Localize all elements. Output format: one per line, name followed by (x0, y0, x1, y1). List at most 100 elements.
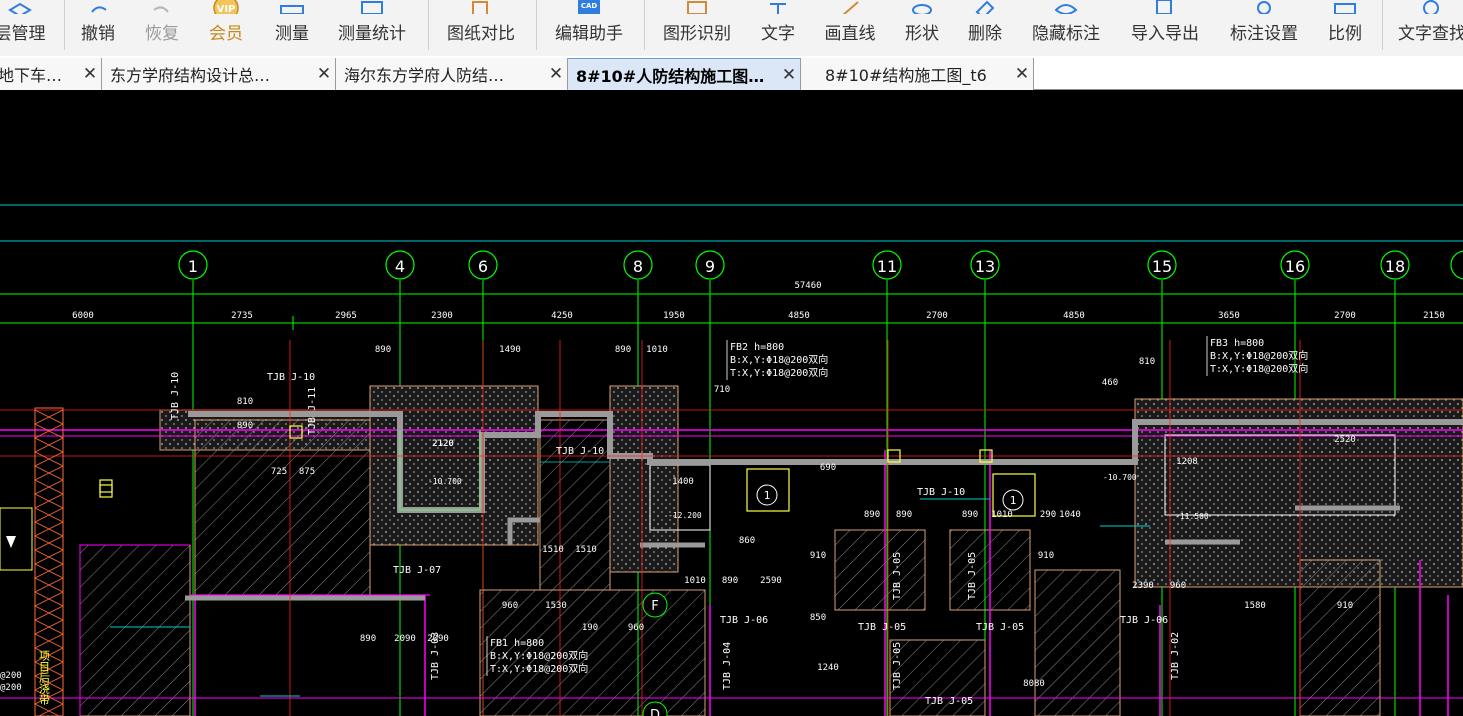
cad-text: 16 (1285, 257, 1305, 276)
cad-text: -10.700 (1103, 473, 1137, 482)
close-tab-icon[interactable]: ✕ (778, 65, 800, 85)
cad-text: B:X,Y:Φ18@200双向 (730, 353, 828, 366)
cad-text: FB1 h=800 (490, 638, 544, 649)
cad-text: 1010 (646, 345, 668, 355)
cad-text: B:X,Y:Φ18@200双向 (1210, 349, 1308, 362)
cad-text: TJB J-10 (917, 487, 965, 498)
cad-text: @200 (0, 683, 22, 693)
document-tab-active[interactable]: 8#10#人防结构施工图… ✕ (568, 58, 801, 90)
document-tab[interactable]: 东方学府结构设计总… ✕ (102, 58, 336, 90)
cad-text: 1 (188, 257, 198, 276)
cad-text: TJB J-05 (976, 622, 1024, 633)
cad-text: TJB J-05 (892, 552, 903, 600)
cad-text: 1010 (991, 510, 1013, 520)
cad-text: 4 (395, 257, 405, 276)
tab-label: 8#10#结构施工图_t6 (825, 66, 987, 85)
cad-text: 8 (633, 257, 643, 276)
cad-text: 1950 (663, 311, 685, 321)
toolbar-separator (644, 0, 645, 50)
cad-text: TJB J-05 (967, 552, 978, 600)
toolbar-label: 测量 (275, 24, 309, 44)
cad-text: TJB J-11 (307, 387, 318, 435)
ruler-icon (280, 5, 304, 14)
toolbar-button-eraser[interactable]: 删除 (940, 0, 1030, 56)
cad-text: 890 (375, 345, 391, 355)
toolbar-separator (428, 0, 429, 50)
cad-text: TJB J-10 (267, 372, 315, 383)
cad-text: 910 (1038, 551, 1054, 561)
hatched-zone (79, 544, 191, 716)
text-icon (770, 3, 786, 14)
cad-text: 8080 (1023, 679, 1045, 689)
cad-text: 1490 (499, 345, 521, 355)
toolbar-button-scale[interactable]: 比例 (1300, 0, 1390, 56)
tab-label: 8#10#人防结构施工图… (576, 66, 765, 86)
hatched-zone (1034, 569, 1121, 716)
close-tab-icon[interactable]: ✕ (313, 64, 335, 84)
toolbar-button-measure-stats[interactable]: 测量统计 (327, 0, 417, 56)
toolbar-label: 删除 (968, 24, 1002, 44)
cad-text: 1010 (684, 576, 706, 586)
layers-icon (8, 2, 32, 14)
cad-text: T:X,Y:Φ18@200双向 (490, 662, 588, 675)
document-tab[interactable]: 海尔东方学府人防结… ✕ (336, 58, 568, 90)
cad-text: 9 (705, 257, 715, 276)
toolbar-button-eye[interactable]: 隐藏标注 (1021, 0, 1111, 56)
document-tab[interactable]: 8#10#结构施工图_t6 ✕ (801, 58, 1034, 90)
toolbar-label: 形状 (905, 24, 939, 44)
document-tab-bar: 地下车… ✕ 东方学府结构设计总… ✕ 海尔东方学府人防结… ✕ 8#10#人防结构施工图…… (0, 56, 1463, 90)
cad-text: 4850 (1063, 311, 1085, 321)
foundation-zone (1134, 398, 1463, 588)
cad-text: 960 (628, 623, 644, 633)
toolbar-label: 编辑助手 (555, 24, 623, 44)
toolbar-button-shape-recognize[interactable]: 图形识别 (652, 0, 742, 56)
toolbar-button-ruler[interactable]: 测量 (247, 0, 337, 56)
document-tab[interactable]: 地下车… ✕ (0, 58, 102, 90)
cad-text: 4250 (551, 311, 573, 321)
cad-text: 15 (1152, 257, 1172, 276)
cad-text: 890 (360, 634, 376, 644)
cad-text: TJB J-02 (1170, 632, 1181, 680)
shape-icon (912, 4, 932, 14)
toolbar-label: 撤销 (81, 24, 115, 44)
cad-text: FB3 h=800 (1210, 338, 1264, 349)
toolbar-label: 恢复 (145, 24, 179, 44)
cad-text: TJB J-06 (1120, 615, 1168, 626)
equipment-symbol (0, 507, 33, 571)
cad-text: 4850 (788, 311, 810, 321)
toolbar-button-cad-edit[interactable]: CAD 编辑助手 (544, 0, 634, 56)
toolbar-label: 文字 (761, 24, 795, 44)
cad-drawing-canvas[interactable]: 1 4 6 8 9 11 13 15 16 18 57460 6000 2735 2965 2300 4250… (0, 90, 1463, 716)
line-icon (842, 1, 859, 14)
toolbar-button-compare[interactable]: 图纸对比 (436, 0, 526, 56)
toolbar-button-text-search[interactable]: 文字查找 (1387, 0, 1463, 56)
cad-text: 890 (237, 421, 253, 431)
cad-text: T:X,Y:Φ18@200双向 (1210, 362, 1308, 375)
cad-text: 18 (1385, 257, 1405, 276)
toolbar-label: 比例 (1328, 24, 1362, 44)
cad-text: 850 (810, 613, 826, 623)
shape-recognize-icon (687, 1, 707, 14)
cad-text: 1 (764, 489, 771, 502)
cad-text: 1240 (817, 663, 839, 673)
close-tab-icon[interactable]: ✕ (1011, 64, 1033, 84)
cad-text: 910 (1337, 601, 1353, 611)
cad-text: TJB J-03 (430, 632, 441, 680)
close-tab-icon[interactable]: ✕ (545, 64, 567, 84)
cad-text: 2300 (431, 311, 453, 321)
toolbar-button-settings[interactable]: 标注设置 (1219, 0, 1309, 56)
measure-stats-icon (361, 1, 383, 14)
toolbar-label: 导入导出 (1131, 24, 1199, 44)
cad-text: 2590 (760, 576, 782, 586)
tab-label: 海尔东方学府人防结… (344, 66, 505, 85)
cad-drawing-svg[interactable]: 1 4 6 8 9 11 13 15 16 18574606000 2735 2965 2300 4250… (0, 90, 1463, 716)
cad-text: B:X,Y:Φ18@200双向 (490, 649, 588, 662)
cad-text: 2700 (1334, 311, 1356, 321)
column-marker (99, 479, 113, 493)
close-tab-icon[interactable]: ✕ (79, 64, 101, 84)
cad-text: 1040 (1059, 510, 1081, 520)
cad-text: 1208 (1176, 457, 1198, 467)
toolbar-button-import-export[interactable]: 导入导出 (1120, 0, 1210, 56)
vip-icon: VIP (213, 0, 239, 14)
toolbar-separator (64, 0, 65, 50)
